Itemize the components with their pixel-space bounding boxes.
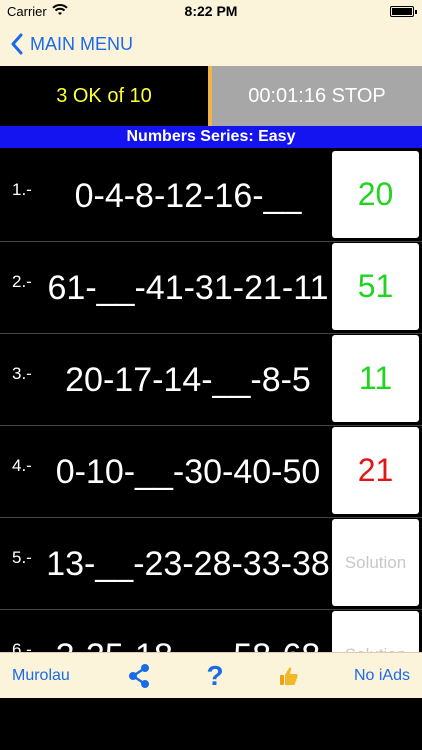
series-row: 6.- 3-25-18-__-58-68 Solution bbox=[0, 610, 422, 652]
clock: 8:22 PM bbox=[184, 3, 238, 19]
murolau-link[interactable]: Murolau bbox=[12, 653, 70, 699]
answer-box[interactable]: 51 bbox=[332, 243, 419, 330]
status-bar: Carrier 8:22 PM bbox=[0, 0, 422, 22]
main-menu-button[interactable]: MAIN MENU bbox=[10, 30, 133, 58]
share-button[interactable] bbox=[126, 653, 152, 699]
battery-icon bbox=[390, 6, 417, 17]
series-row: 1.- 0-4-8-12-16-__ 20 bbox=[0, 150, 422, 242]
row-number: 3.- bbox=[12, 364, 32, 383]
thumbs-up-icon bbox=[280, 667, 298, 685]
chevron-left-icon bbox=[11, 33, 23, 55]
level-title: Numbers Series: Easy bbox=[0, 126, 422, 148]
main-menu-label: MAIN MENU bbox=[30, 33, 133, 54]
help-button[interactable]: ? bbox=[203, 653, 227, 699]
series-text: 0-4-8-12-16-__ bbox=[74, 176, 302, 215]
row-number: 4.- bbox=[12, 456, 32, 475]
answer-box[interactable]: 20 bbox=[332, 151, 419, 238]
series-text: 13-__-23-28-33-38 bbox=[46, 544, 330, 583]
series-row: 4.- 0-10-__-30-40-50 21 bbox=[0, 426, 422, 518]
ad-area bbox=[0, 698, 422, 750]
row-number: 1.- bbox=[12, 180, 32, 199]
navigation-bar: MAIN MENU bbox=[0, 22, 422, 66]
row-number: 6.- bbox=[12, 640, 32, 652]
series-row: 3.- 20-17-14-__-8-5 11 bbox=[0, 334, 422, 426]
series-text: 61-__-41-31-21-11 bbox=[47, 268, 329, 307]
series-text: 3-25-18-__-58-68 bbox=[46, 610, 330, 653]
answer-box[interactable]: 11 bbox=[332, 335, 419, 422]
timer-stop-button[interactable]: 00:01:16 STOP bbox=[212, 66, 422, 126]
like-button[interactable] bbox=[277, 653, 301, 699]
share-icon bbox=[129, 664, 149, 688]
solution-button[interactable]: Solution bbox=[332, 611, 419, 652]
series-row: 2.- 61-__-41-31-21-11 51 bbox=[0, 242, 422, 334]
solution-button[interactable]: Solution bbox=[332, 519, 419, 606]
series-text: 0-10-__-30-40-50 bbox=[55, 452, 321, 491]
row-number: 5.- bbox=[12, 548, 32, 567]
bottom-toolbar: Murolau ? No iAds bbox=[0, 652, 422, 698]
answer-box[interactable]: 21 bbox=[332, 427, 419, 514]
no-iads-button[interactable]: No iAds bbox=[354, 653, 410, 699]
row-number: 2.- bbox=[12, 272, 32, 291]
score-panel: 3 OK of 10 00:01:16 STOP bbox=[0, 66, 422, 126]
series-text: 20-17-14-__-8-5 bbox=[65, 360, 311, 399]
ok-count: 3 OK of 10 bbox=[56, 84, 152, 107]
series-row: 5.- 13-__-23-28-33-38 Solution bbox=[0, 518, 422, 610]
series-list[interactable]: 1.- 0-4-8-12-16-__ 20 2.- 61-__-41-31-21… bbox=[0, 150, 422, 652]
